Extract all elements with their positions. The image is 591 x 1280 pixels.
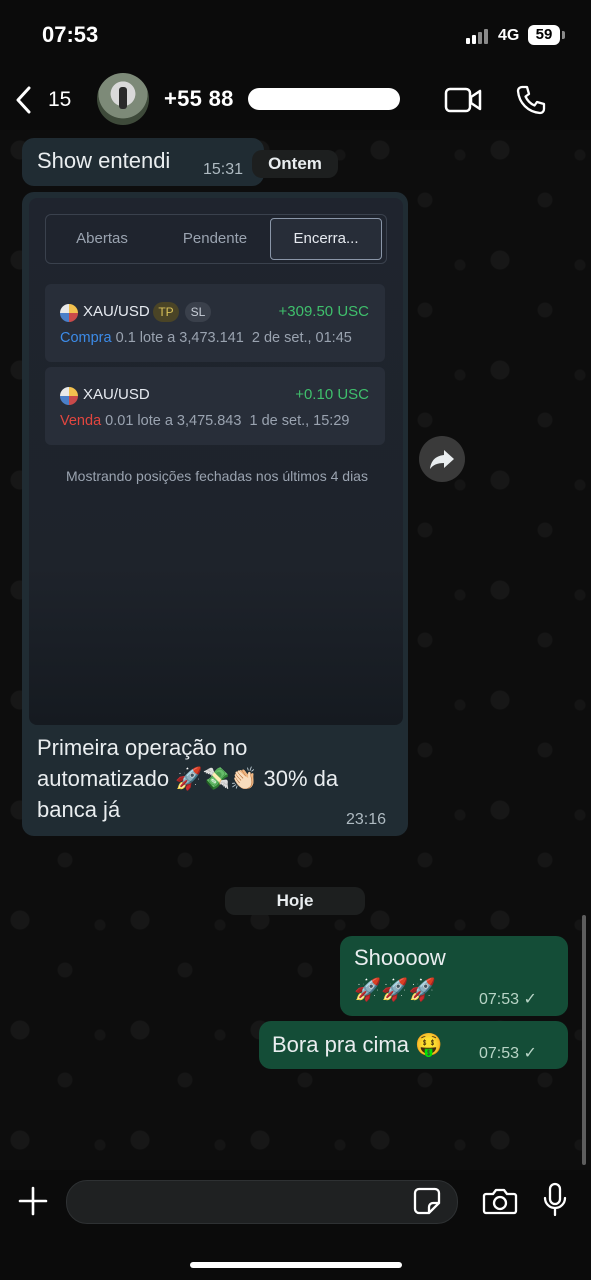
tab-abertas: Abertas	[76, 230, 128, 247]
home-indicator	[190, 1262, 402, 1268]
chat-header: 15 +55 88	[0, 70, 591, 130]
position-symbol: XAU/USD	[83, 386, 150, 403]
message-time: 07:53 ✓	[479, 989, 537, 1009]
contact-avatar[interactable]	[97, 73, 149, 125]
message-input[interactable]	[66, 1180, 458, 1224]
message-bubble-outgoing[interactable]: Shoooow 🚀🚀🚀 07:53 ✓	[340, 936, 568, 1016]
closed-positions-note: Mostrando posições fechadas nos últimos …	[66, 468, 368, 484]
position-card: XAU/USD +0.10 USC Venda 0.01 lote a 3,47…	[45, 367, 385, 445]
redaction-mark	[248, 88, 400, 110]
xau-usd-icon	[60, 387, 78, 405]
phone-icon[interactable]	[515, 84, 547, 121]
position-side: Compra	[60, 330, 112, 346]
message-text: Shoooow	[354, 945, 446, 970]
back-chevron-icon	[16, 86, 31, 114]
day-separator-today: Hoje	[225, 887, 365, 915]
position-side: Venda	[60, 413, 102, 429]
positions-tab-bar: Abertas Pendente Encerra...	[45, 214, 387, 264]
unread-count: 15	[48, 88, 72, 111]
day-separator-yesterday: Ontem	[252, 150, 338, 178]
message-time: 23:16	[346, 811, 387, 828]
sent-check-icon: ✓	[523, 991, 537, 1008]
message-bubble-incoming[interactable]: Show entendi 15:31	[22, 138, 264, 186]
position-symbol: XAU/USD	[83, 303, 150, 320]
message-time: 07:53 ✓	[479, 1043, 537, 1063]
sticker-icon[interactable]	[412, 1186, 442, 1221]
position-details: Venda 0.01 lote a 3,475.843 1 de set., 1…	[60, 413, 349, 429]
plus-icon[interactable]	[16, 1184, 50, 1223]
position-card: XAU/USD TP SL +309.50 USC Compra 0.1 lot…	[45, 284, 385, 362]
caption-line: automatizado 🚀💸👏🏻 30% da	[37, 766, 339, 791]
scrollbar[interactable]	[582, 915, 586, 1165]
position-details: Compra 0.1 lote a 3,473.141 2 de set., 0…	[60, 330, 352, 346]
microphone-icon[interactable]	[542, 1182, 568, 1223]
position-pnl: +0.10 USC	[295, 386, 369, 403]
message-text: Bora pra cima 🤑	[272, 1032, 443, 1057]
shared-screenshot[interactable]: Abertas Pendente Encerra... XAU/USD TP S…	[29, 198, 403, 725]
caption-line: Primeira operação no	[37, 735, 248, 760]
video-call-icon[interactable]	[444, 86, 482, 119]
position-lot: 0.1 lote a 3,473.141	[115, 330, 244, 346]
position-pnl: +309.50 USC	[278, 303, 369, 320]
signal-icon	[466, 28, 492, 44]
caption-line: banca já	[37, 797, 121, 822]
message-emoji: 🚀🚀🚀	[354, 977, 437, 1002]
message-bubble-outgoing[interactable]: Bora pra cima 🤑 07:53 ✓	[259, 1021, 568, 1069]
tab-pendente: Pendente	[182, 230, 248, 247]
back-button[interactable]: 15	[14, 84, 71, 116]
message-time: 15:31	[203, 161, 244, 178]
sent-check-icon: ✓	[523, 1045, 537, 1062]
tab-encerradas: Encerra...	[270, 218, 382, 260]
status-bar: 07:53 4G 59	[0, 0, 591, 70]
position-lot: 0.01 lote a 3,475.843	[105, 413, 242, 429]
stop-loss-tag: SL	[185, 302, 211, 322]
position-date: 1 de set., 15:29	[249, 413, 350, 429]
time-value: 07:53	[479, 1045, 520, 1062]
camera-icon[interactable]	[482, 1186, 518, 1221]
message-text: Show entendi	[37, 148, 171, 173]
time-value: 07:53	[479, 991, 520, 1008]
status-time: 07:53	[42, 22, 99, 47]
message-caption: Primeira operação no automatizado 🚀💸👏🏻 3…	[37, 732, 397, 825]
position-date: 2 de set., 01:45	[251, 330, 352, 346]
xau-usd-icon	[60, 304, 78, 322]
network-type: 4G	[498, 27, 520, 44]
forward-button[interactable]	[419, 436, 465, 482]
take-profit-tag: TP	[153, 302, 179, 322]
battery-icon: 59	[528, 25, 565, 45]
composer-bar	[0, 1170, 591, 1280]
forward-icon	[430, 450, 454, 469]
contact-name[interactable]: +55 88	[164, 86, 234, 112]
